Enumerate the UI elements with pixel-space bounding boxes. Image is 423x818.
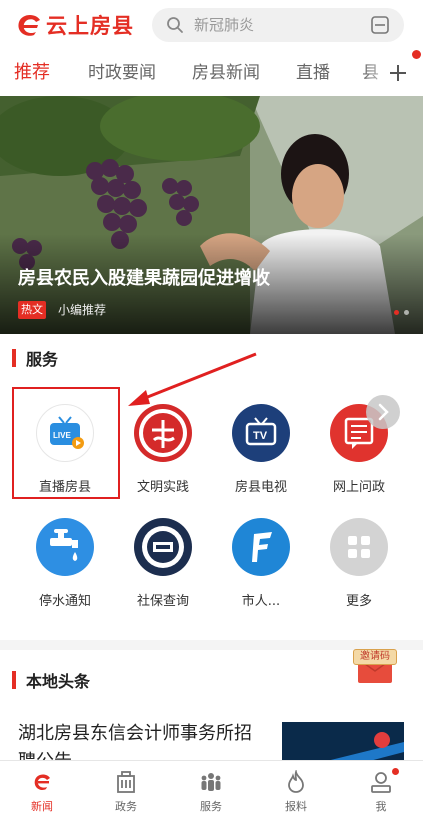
user-icon bbox=[371, 772, 391, 793]
flame-logo-icon bbox=[34, 774, 50, 790]
service-label: 社保查询 bbox=[136, 594, 189, 609]
services-scroll-button[interactable] bbox=[366, 395, 400, 429]
notification-dot bbox=[412, 50, 421, 59]
invite-code-button[interactable]: 邀请码 bbox=[353, 645, 397, 685]
search-icon bbox=[167, 17, 183, 33]
tab-politics[interactable]: 时政要闻 bbox=[88, 50, 156, 96]
people-icon bbox=[201, 773, 221, 791]
annotation-highlight-box bbox=[12, 387, 120, 499]
app-logo: 云上房县 bbox=[14, 8, 134, 42]
social-security-icon bbox=[134, 518, 192, 576]
city-people-icon bbox=[232, 518, 290, 576]
service-label: 网上问政 bbox=[332, 480, 385, 495]
more-grid-icon bbox=[330, 518, 388, 576]
chevron-right-icon bbox=[378, 403, 389, 421]
tv-icon: TV bbox=[232, 404, 290, 462]
app-header: 云上房县 新冠肺炎 bbox=[0, 0, 423, 50]
notification-dot bbox=[392, 768, 399, 775]
carousel-dot bbox=[404, 310, 409, 315]
section-accent-bar bbox=[12, 349, 16, 367]
services-heading: 服务 bbox=[12, 348, 59, 369]
channel-tabs: 推荐 时政要闻 房县新闻 直播 县 bbox=[0, 50, 423, 96]
local-news-title: 本地头条 bbox=[26, 672, 91, 691]
tab-local-news[interactable]: 房县新闻 bbox=[192, 50, 260, 96]
flame-icon bbox=[288, 770, 304, 793]
add-channel-icon[interactable] bbox=[387, 62, 409, 84]
nav-label: 新闻 bbox=[31, 800, 53, 813]
invite-code-label: 邀请码 bbox=[353, 649, 397, 665]
nav-report[interactable]: 报料 bbox=[254, 761, 338, 818]
civilization-practice-icon bbox=[134, 404, 192, 462]
svg-text:TV: TV bbox=[253, 430, 268, 442]
service-water-outage[interactable]: 停水通知 bbox=[16, 518, 114, 628]
hot-badge: 热文 bbox=[18, 301, 46, 319]
nav-label: 服务 bbox=[200, 800, 222, 813]
nav-label: 报料 bbox=[285, 800, 307, 813]
water-tap-icon bbox=[36, 518, 94, 576]
tab-recommend[interactable]: 推荐 bbox=[14, 50, 50, 96]
service-label: 更多 bbox=[345, 594, 372, 609]
service-more[interactable]: 更多 bbox=[310, 518, 408, 628]
local-news-heading: 本地头条 bbox=[12, 670, 91, 691]
banner-source: 小编推荐 bbox=[58, 303, 107, 317]
app-name: 云上房县 bbox=[46, 14, 134, 38]
carousel-dot bbox=[394, 310, 399, 315]
tab-live[interactable]: 直播 bbox=[296, 50, 330, 96]
services-title: 服务 bbox=[26, 350, 59, 369]
service-label: 停水通知 bbox=[38, 594, 91, 609]
headline-banner[interactable]: 房县农民入股建果蔬园促进增收 热文 小编推荐 bbox=[0, 96, 423, 334]
service-city-people[interactable]: 市人... bbox=[212, 518, 310, 628]
building-icon bbox=[117, 771, 135, 793]
search-placeholder: 新冠肺炎 bbox=[194, 16, 255, 34]
service-label: 文明实践 bbox=[136, 480, 189, 495]
service-label: 房县电视 bbox=[234, 480, 287, 495]
banner-title: 房县农民入股建果蔬园促进增收 bbox=[18, 268, 270, 289]
service-civilization-practice[interactable]: 文明实践 bbox=[114, 404, 212, 514]
service-social-security[interactable]: 社保查询 bbox=[114, 518, 212, 628]
service-fangxian-tv[interactable]: TV 房县电视 bbox=[212, 404, 310, 514]
nav-services[interactable]: 服务 bbox=[169, 761, 253, 818]
logo-mark-icon bbox=[18, 14, 40, 36]
nav-news[interactable]: 新闻 bbox=[0, 761, 84, 818]
nav-label: 我 bbox=[375, 800, 387, 813]
scan-icon[interactable] bbox=[370, 15, 390, 35]
search-bar[interactable]: 新冠肺炎 bbox=[152, 8, 404, 42]
nav-label: 政务 bbox=[115, 800, 137, 813]
bottom-nav: 新闻 政务 服务 报料 我 bbox=[0, 760, 423, 818]
section-accent-bar bbox=[12, 671, 16, 689]
carousel-dots bbox=[394, 310, 409, 315]
nav-government[interactable]: 政务 bbox=[84, 761, 168, 818]
nav-me[interactable]: 我 bbox=[339, 761, 423, 818]
service-label: 市人... bbox=[241, 594, 281, 609]
